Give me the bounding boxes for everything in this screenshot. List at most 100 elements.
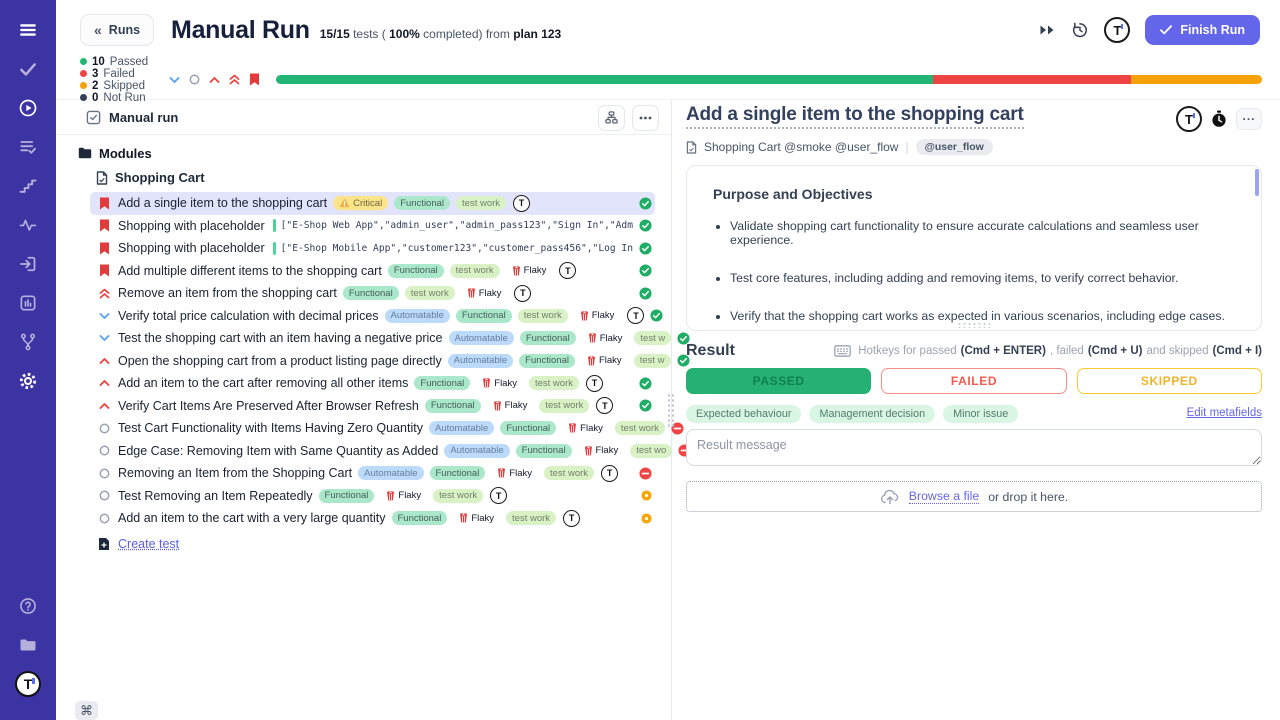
test-row[interactable]: Add multiple different items to the shop… [90,260,655,283]
detail-more-button[interactable]: ... [1236,108,1262,130]
tag-badge-flaky[interactable]: Flaky [581,354,628,368]
test-row[interactable]: Test Cart Functionality with Items Havin… [90,417,655,440]
stopwatch-icon[interactable] [1211,110,1227,128]
filter-priority-low[interactable] [169,76,180,84]
tag-badge-automatable[interactable]: Automatable [448,354,513,368]
tag-badge-flaky[interactable]: Flaky [461,286,508,300]
create-test[interactable]: Create test [98,533,671,555]
tag-badge-automatable[interactable]: Automatable [429,421,494,435]
sidebar-item-steps[interactable] [11,169,45,202]
test-row[interactable]: Test the shopping cart with an item havi… [90,327,655,350]
tag-badge-functional[interactable]: Functional [519,354,575,368]
tag-badge-critical[interactable]: Critical [333,196,388,210]
test-row[interactable]: Add a single item to the shopping cart C… [90,192,655,215]
tag-badge-functional[interactable]: Functional [500,421,556,435]
sidebar-item-docs[interactable] [11,628,45,661]
sidebar-item-logo[interactable]: T [11,667,45,700]
tag-badge-functional[interactable]: Functional [430,466,486,480]
tag-badge-testwork[interactable]: test work [405,286,455,300]
tag-badge-flaky[interactable]: Flaky [578,444,625,458]
passed-button[interactable]: PASSED [686,368,871,394]
filter-priority-high[interactable] [209,76,220,84]
test-row[interactable]: Test Removing an Item Repeatedly Functio… [90,485,655,508]
sidebar-item-runs[interactable] [11,91,45,124]
failed-button[interactable]: FAILED [881,368,1066,394]
metafield-pill[interactable]: Expected behaviour [686,405,801,423]
suite-node-shopping-cart[interactable]: Shopping Cart [56,165,671,190]
tag-badge-automatable[interactable]: Automatable [385,309,450,323]
metafield-pill[interactable]: Management decision [809,405,935,423]
test-title[interactable]: Add a single item to the shopping cart [686,104,1024,129]
tag-badge-flaky[interactable]: Flaky [487,399,534,413]
fast-forward-icon[interactable] [1039,23,1056,37]
sidebar-item-analytics[interactable] [11,208,45,241]
tag-badge-testwork[interactable]: test work [518,309,568,323]
test-row[interactable]: Shopping with placeholder ["E-Shop Mobil… [90,237,655,260]
tag-badge-functional[interactable]: Functional [456,309,512,323]
browse-file-link[interactable]: Browse a file [909,489,979,504]
sidebar-item-branches[interactable] [11,325,45,358]
filter-priority-important[interactable] [249,73,260,86]
test-row[interactable]: Shopping with placeholder ["E-Shop Web A… [90,215,655,238]
tag-pill[interactable]: @user_flow [916,139,993,155]
tag-badge-testwork[interactable]: test wo [630,444,672,458]
command-key-badge[interactable]: ⌘ [75,701,98,720]
sidebar-item-test-plans[interactable] [11,130,45,163]
test-row[interactable]: Remove an item from the shopping cart Fu… [90,282,655,305]
test-row[interactable]: Verify Cart Items Are Preserved After Br… [90,395,655,418]
tag-badge-functional[interactable]: Functional [392,511,448,525]
tag-badge-functional[interactable]: Functional [414,376,470,390]
tag-badge-flaky[interactable]: Flaky [562,421,609,435]
tree-view-button[interactable] [598,105,625,131]
tag-badge-flaky[interactable]: Flaky [453,511,500,525]
test-row[interactable]: Add an item to the cart after removing a… [90,372,655,395]
sidebar-item-imports[interactable] [11,247,45,280]
tag-badge-functional[interactable]: Functional [520,331,576,345]
test-row[interactable]: Add an item to the cart with a very larg… [90,507,655,530]
tag-badge-testwork[interactable]: test work [539,399,589,413]
test-row[interactable]: Open the shopping cart from a product li… [90,350,655,373]
test-row[interactable]: Edge Case: Removing Item with Same Quant… [90,440,655,463]
test-row[interactable]: Removing an Item from the Shopping Cart … [90,462,655,485]
suite-path-and-tags[interactable]: Shopping Cart @smoke @user_flow [704,140,898,154]
tag-badge-automatable[interactable]: Automatable [358,466,423,480]
sidebar-item-reports[interactable] [11,286,45,319]
tag-badge-automatable[interactable]: Automatable [449,331,514,345]
tag-badge-functional[interactable]: Functional [388,264,444,278]
tag-badge-automatable[interactable]: Automatable [444,444,509,458]
tag-badge-functional[interactable]: Functional [394,196,450,210]
tag-badge-functional[interactable]: Functional [516,444,572,458]
back-to-runs-button[interactable]: « Runs [80,14,154,46]
tag-badge-flaky[interactable]: Flaky [476,376,523,390]
metafield-pill[interactable]: Minor issue [943,405,1018,423]
description-resize-handle[interactable] [957,322,991,328]
file-drop-area[interactable]: Browse a file or drop it here. [686,481,1262,512]
sidebar-item-settings[interactable] [11,364,45,397]
tag-badge-testwork[interactable]: test work [615,421,665,435]
tag-badge-testwork[interactable]: test work [433,489,483,503]
tag-badge-testwork[interactable]: test work [529,376,579,390]
tag-badge-flaky[interactable]: Flaky [582,331,629,345]
user-avatar[interactable]: T [1104,17,1130,43]
skipped-button[interactable]: SKIPPED [1077,368,1262,394]
assignee-avatar[interactable]: T [1176,106,1202,132]
tag-badge-flaky[interactable]: Flaky [506,264,553,278]
tag-badge-testwork[interactable]: test work [506,511,556,525]
tag-badge-functional[interactable]: Functional [343,286,399,300]
sidebar-item-tests[interactable] [11,52,45,85]
filter-priority-normal[interactable] [189,74,200,85]
tag-badge-testwork[interactable]: test w [634,354,671,368]
sidebar-item-help[interactable] [11,589,45,622]
tag-badge-testwork[interactable]: test work [544,466,594,480]
stat-failed[interactable]: 3Failed [80,68,148,80]
sidebar-item-menu[interactable] [11,13,45,46]
edit-metafields-link[interactable]: Edit metafields [1187,407,1262,419]
tag-badge-functional[interactable]: Functional [319,489,375,503]
create-test-link[interactable]: Create test [118,537,179,551]
tag-badge-testwork[interactable]: test w [634,331,671,345]
description-scrollbar[interactable] [1255,169,1259,196]
tag-badge-testwork[interactable]: test work [456,196,506,210]
tag-badge-flaky[interactable]: Flaky [380,489,427,503]
modules-node[interactable]: Modules [56,141,671,165]
filter-priority-highest[interactable] [229,74,240,85]
